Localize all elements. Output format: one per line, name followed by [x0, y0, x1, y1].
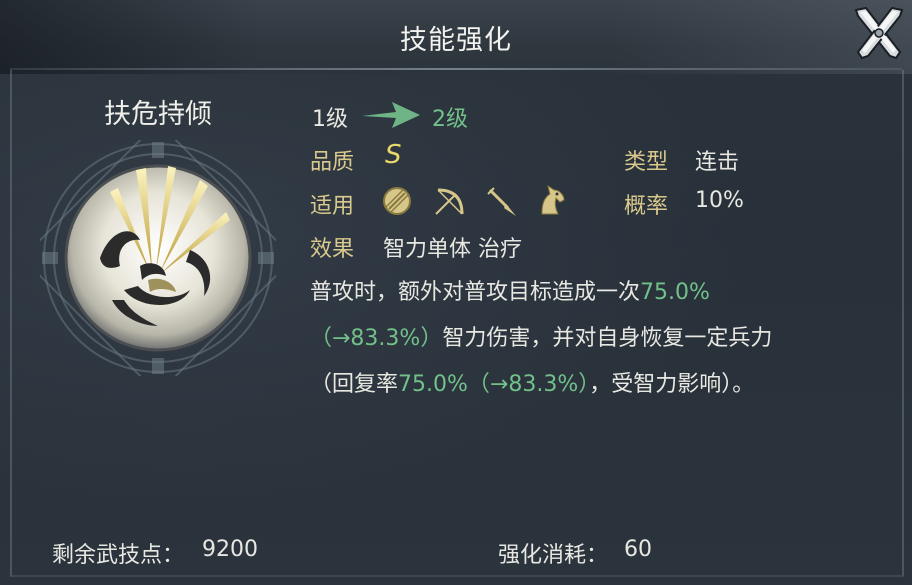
- spear-icon: [487, 187, 516, 216]
- quality-label: 品质: [310, 150, 355, 175]
- points-label: 剩余武技点：: [52, 543, 185, 568]
- skill-emblem: [20, 120, 296, 396]
- description-value2: 75.0%（→83.3%）: [398, 372, 590, 397]
- description-part1: 普攻时，额外对普攻目标造成一次: [310, 280, 641, 305]
- apply-label: 适用: [310, 194, 355, 219]
- window-title: 技能强化: [400, 25, 512, 56]
- effect-label: 效果: [310, 237, 355, 262]
- close-button[interactable]: [850, 2, 908, 66]
- rate-value: 10%: [695, 188, 744, 213]
- level-next: 2级: [432, 107, 468, 132]
- horse-icon: [541, 184, 565, 215]
- skill-name: 扶危持倾: [104, 99, 212, 130]
- description-part2: 智力伤害，并对自身恢复一定兵力: [442, 326, 773, 351]
- shield-icon: [383, 187, 411, 215]
- light-burst-skill-emblem: [20, 120, 296, 396]
- type-value: 连击: [695, 150, 740, 175]
- cost-label: 强化消耗：: [498, 543, 609, 568]
- description-value1: 75.0%: [640, 280, 710, 305]
- skill-upgrade-panel: 技能强化 扶危持倾 1级 2级 品质 S 类型 连击 适用 概率 10% 效果 …: [0, 0, 912, 585]
- quality-value: S: [385, 140, 402, 170]
- description-part3: （回复率: [310, 372, 399, 397]
- crossed-swords-close-icon: [854, 6, 904, 60]
- skill-description: 普攻时，额外对普攻目标造成一次75.0% （→83.3%）智力伤害，并对自身恢复…: [310, 270, 870, 408]
- level-current: 1级: [312, 107, 348, 132]
- effect-value: 智力单体 治疗: [383, 237, 522, 262]
- bow-icon: [435, 188, 464, 215]
- description-part4: ，受智力影响）。: [589, 372, 755, 397]
- rate-label: 概率: [624, 194, 669, 219]
- type-label: 类型: [624, 150, 669, 175]
- level-arrow-icon: [362, 102, 420, 128]
- description-value1-next: （→83.3%）: [310, 326, 443, 351]
- cost-value: 60: [624, 537, 652, 562]
- points-value: 9200: [202, 537, 258, 562]
